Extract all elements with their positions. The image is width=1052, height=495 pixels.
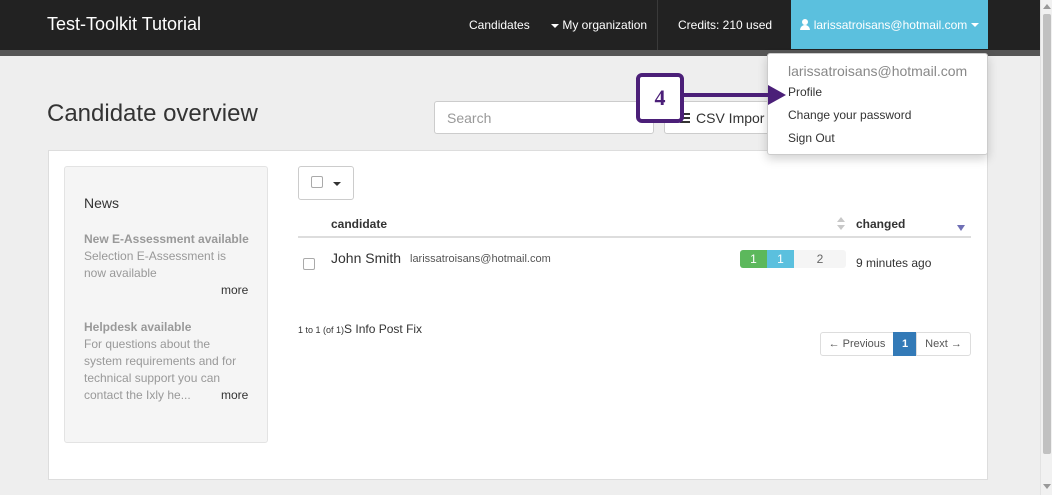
news-item-body: Selection E-Assessment is now available (84, 249, 227, 280)
column-header-candidate[interactable]: candidate (331, 217, 387, 231)
page-title: Candidate overview (47, 100, 258, 127)
pager-info-range: 1 to 1 (of 1) (298, 325, 345, 335)
news-more-link[interactable]: more (221, 388, 248, 402)
scroll-thumb[interactable] (1043, 14, 1051, 454)
nav-candidates[interactable]: Candidates (469, 18, 530, 32)
annotation-arrow-icon (680, 85, 786, 105)
pager-info: 1 to 1 (of 1)S Info Post Fix (298, 322, 422, 336)
news-item-body: For questions about the system requireme… (84, 337, 237, 402)
scroll-down-icon[interactable] (1043, 484, 1051, 489)
news-item-heading: Helpdesk available (84, 320, 192, 334)
page-scrollbar[interactable] (1040, 0, 1052, 495)
candidate-email: larissatroisans@hotmail.com (410, 253, 551, 265)
sort-desc-icon[interactable] (957, 225, 965, 231)
menu-item-sign-out[interactable]: Sign Out (788, 131, 835, 145)
caret-down-icon (971, 22, 980, 27)
candidate-progress: 1 1 2 (740, 250, 846, 268)
step-number-badge: 4 (636, 73, 684, 123)
caret-down-icon (333, 182, 341, 186)
user-dropdown-menu: larissatroisans@hotmail.com Profile Chan… (767, 53, 988, 155)
column-header-changed[interactable]: changed (856, 217, 905, 231)
credits-label: Credits: 210 used (678, 18, 773, 32)
pager-info-suffix: S Info Post Fix (344, 322, 423, 336)
candidate-changed-time: 9 minutes ago (856, 256, 932, 270)
news-item-heading: New E-Assessment available (84, 232, 249, 246)
news-more-link[interactable]: more (221, 283, 248, 297)
table-header-divider (298, 236, 971, 238)
progress-started: 1 (767, 250, 794, 268)
candidate-name[interactable]: John Smith (331, 250, 401, 266)
progress-completed: 1 (740, 250, 767, 268)
nav-separator (657, 0, 658, 50)
next-page-button[interactable]: Next → (916, 332, 971, 356)
csv-import-label: CSV Impor (696, 109, 765, 126)
progress-pending: 2 (816, 252, 824, 266)
news-title: News (84, 195, 120, 211)
row-checkbox[interactable] (303, 258, 315, 270)
top-navbar: Test-Toolkit Tutorial Candidates My orga… (0, 0, 1040, 50)
nav-my-organization-label: My organization (562, 18, 648, 32)
user-email-label: larissatroisans@hotmail.com (813, 17, 968, 32)
menu-item-change-password[interactable]: Change your password (788, 108, 911, 122)
user-menu-button[interactable]: larissatroisans@hotmail.com (791, 0, 988, 49)
select-all-checkbox[interactable] (311, 176, 323, 188)
brand-title[interactable]: Test-Toolkit Tutorial (47, 14, 201, 35)
news-item: New E-Assessment available Selection E-A… (84, 231, 254, 282)
current-page-button[interactable]: 1 (893, 332, 917, 356)
dropdown-header-email: larissatroisans@hotmail.com (788, 63, 968, 79)
select-all-dropdown[interactable] (298, 166, 354, 200)
sort-icon[interactable] (837, 217, 845, 231)
nav-my-organization[interactable]: My organization (551, 18, 647, 32)
pagination: ← Previous 1 Next → (820, 332, 971, 356)
user-icon (799, 19, 810, 30)
search-input[interactable] (434, 101, 654, 134)
scroll-up-icon[interactable] (1043, 4, 1051, 9)
previous-page-button[interactable]: ← Previous (820, 332, 894, 356)
menu-item-profile[interactable]: Profile (788, 85, 822, 99)
caret-down-icon (551, 23, 559, 28)
